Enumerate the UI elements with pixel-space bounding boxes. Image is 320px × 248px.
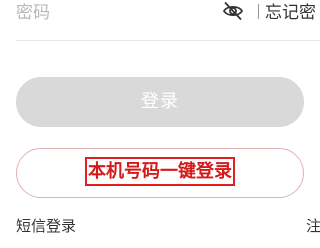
login-button[interactable]: 登录 — [16, 77, 304, 127]
password-placeholder: 密码 — [16, 3, 50, 23]
password-underline — [16, 40, 320, 41]
one-click-login-button[interactable]: 本机号码一键登录 — [16, 148, 304, 198]
password-field-row[interactable]: 密码 忘记密 — [0, 0, 320, 41]
sms-login-link[interactable]: 短信登录 — [16, 216, 76, 236]
vertical-divider — [258, 4, 259, 19]
highlight-box: 本机号码一键登录 — [85, 157, 235, 186]
forgot-password-link[interactable]: 忘记密 — [265, 2, 316, 24]
eye-off-icon[interactable] — [222, 1, 244, 21]
one-click-login-label: 本机号码一键登录 — [88, 161, 232, 182]
register-link[interactable]: 注 — [306, 216, 320, 236]
